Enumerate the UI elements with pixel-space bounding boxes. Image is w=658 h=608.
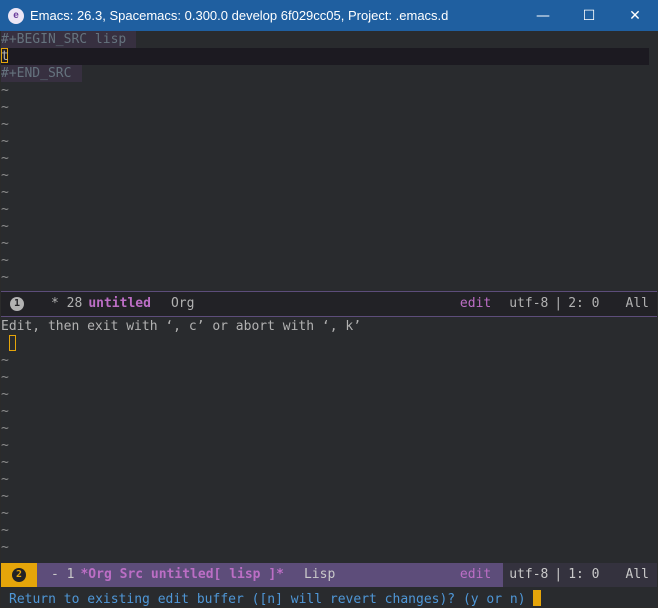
empty-line-marker: ~: [1, 270, 9, 285]
window-controls: — ☐ ✕: [520, 0, 658, 31]
minibuffer[interactable]: Return to existing edit buffer ([n] will…: [9, 590, 542, 607]
src-current-line[interactable]: [1, 335, 16, 352]
empty-line-marker: ~: [1, 438, 9, 453]
src-text-cursor: [9, 335, 16, 351]
empty-line-marker: ~: [1, 168, 9, 183]
empty-line-marker: ~: [1, 185, 9, 200]
empty-line-marker: ~: [1, 202, 9, 217]
empty-line-marker: ~: [1, 540, 9, 555]
major-mode[interactable]: Org: [165, 292, 200, 316]
modeline-top[interactable]: 1 * 28 untitled Org edit utf-8 | 2: 0 Al…: [1, 291, 657, 317]
edit-header-line: Edit, then exit with ‘, c’ or abort with…: [1, 319, 362, 334]
encoding-active[interactable]: utf-8: [503, 563, 554, 587]
current-line[interactable]: t: [1, 48, 649, 65]
empty-line-marker: ~: [1, 151, 9, 166]
modeline-right-segment: utf-8 | 1: 0 All: [503, 563, 657, 587]
minimize-button[interactable]: —: [520, 0, 566, 31]
empty-line-marker: ~: [1, 472, 9, 487]
empty-line-marker: ~: [1, 134, 9, 149]
empty-line-marker: ~: [1, 387, 9, 402]
window-number-badge-active: 2: [1, 563, 37, 587]
buffer-name[interactable]: untitled: [88, 292, 151, 316]
buffer-state-active: - 1: [51, 567, 75, 582]
empty-line-marker: ~: [1, 370, 9, 385]
minibuffer-prompt: Return to existing edit buffer ([n] will…: [9, 592, 534, 607]
empty-line-marker: ~: [1, 455, 9, 470]
window-number: 1: [10, 297, 24, 311]
minor-mode[interactable]: edit: [454, 292, 497, 316]
window-number-badge: 1: [1, 292, 33, 316]
empty-line-marker: ~: [1, 83, 9, 98]
position-separator: |: [554, 296, 563, 311]
minibuffer-cursor: [533, 590, 542, 606]
position-separator-active: |: [554, 567, 563, 582]
empty-line-marker: ~: [1, 117, 9, 132]
buffer-name-active[interactable]: *Org Src untitled[ lisp ]*: [80, 563, 284, 587]
empty-line-marker: ~: [1, 523, 9, 538]
encoding[interactable]: utf-8: [503, 292, 554, 316]
empty-line-marker: ~: [1, 219, 9, 234]
empty-line-marker: ~: [1, 506, 9, 521]
maximize-button[interactable]: ☐: [566, 0, 612, 31]
major-mode-active[interactable]: Lisp: [298, 563, 341, 587]
empty-line-marker: ~: [1, 253, 9, 268]
modeline-bottom[interactable]: 2 - 1 *Org Src untitled[ lisp ]* Lisp ed…: [1, 563, 657, 587]
emacs-app-icon: e: [8, 7, 24, 24]
window-titlebar[interactable]: e Emacs: 26.3, Spacemacs: 0.300.0 develo…: [0, 0, 658, 31]
window-number-active: 2: [12, 568, 26, 582]
window-title: Emacs: 26.3, Spacemacs: 0.300.0 develop …: [30, 8, 449, 23]
cursor-position-active: 1: 0: [568, 567, 600, 582]
empty-line-marker: ~: [1, 236, 9, 251]
buffer-state: * 28: [51, 296, 83, 311]
empty-line-marker: ~: [1, 353, 9, 368]
empty-line-marker: ~: [1, 100, 9, 115]
empty-line-marker: ~: [1, 489, 9, 504]
end-src-line[interactable]: #+END_SRC: [1, 65, 82, 82]
close-button[interactable]: ✕: [612, 0, 658, 31]
empty-line-marker: ~: [1, 421, 9, 436]
begin-src-line[interactable]: #+BEGIN_SRC lisp: [1, 31, 136, 48]
cursor-position: 2: 0: [568, 296, 600, 311]
scroll-indicator-active: All: [625, 567, 649, 582]
emacs-frame: #+BEGIN_SRC lisp t #+END_SRC ~ ~ ~ ~ ~ ~ ~ ~ ~ ~ ~…: [1, 31, 657, 607]
minor-mode-active[interactable]: edit: [454, 563, 497, 587]
empty-line-marker: ~: [1, 404, 9, 419]
current-line-text: t: [1, 49, 9, 64]
scroll-indicator: All: [625, 296, 649, 311]
